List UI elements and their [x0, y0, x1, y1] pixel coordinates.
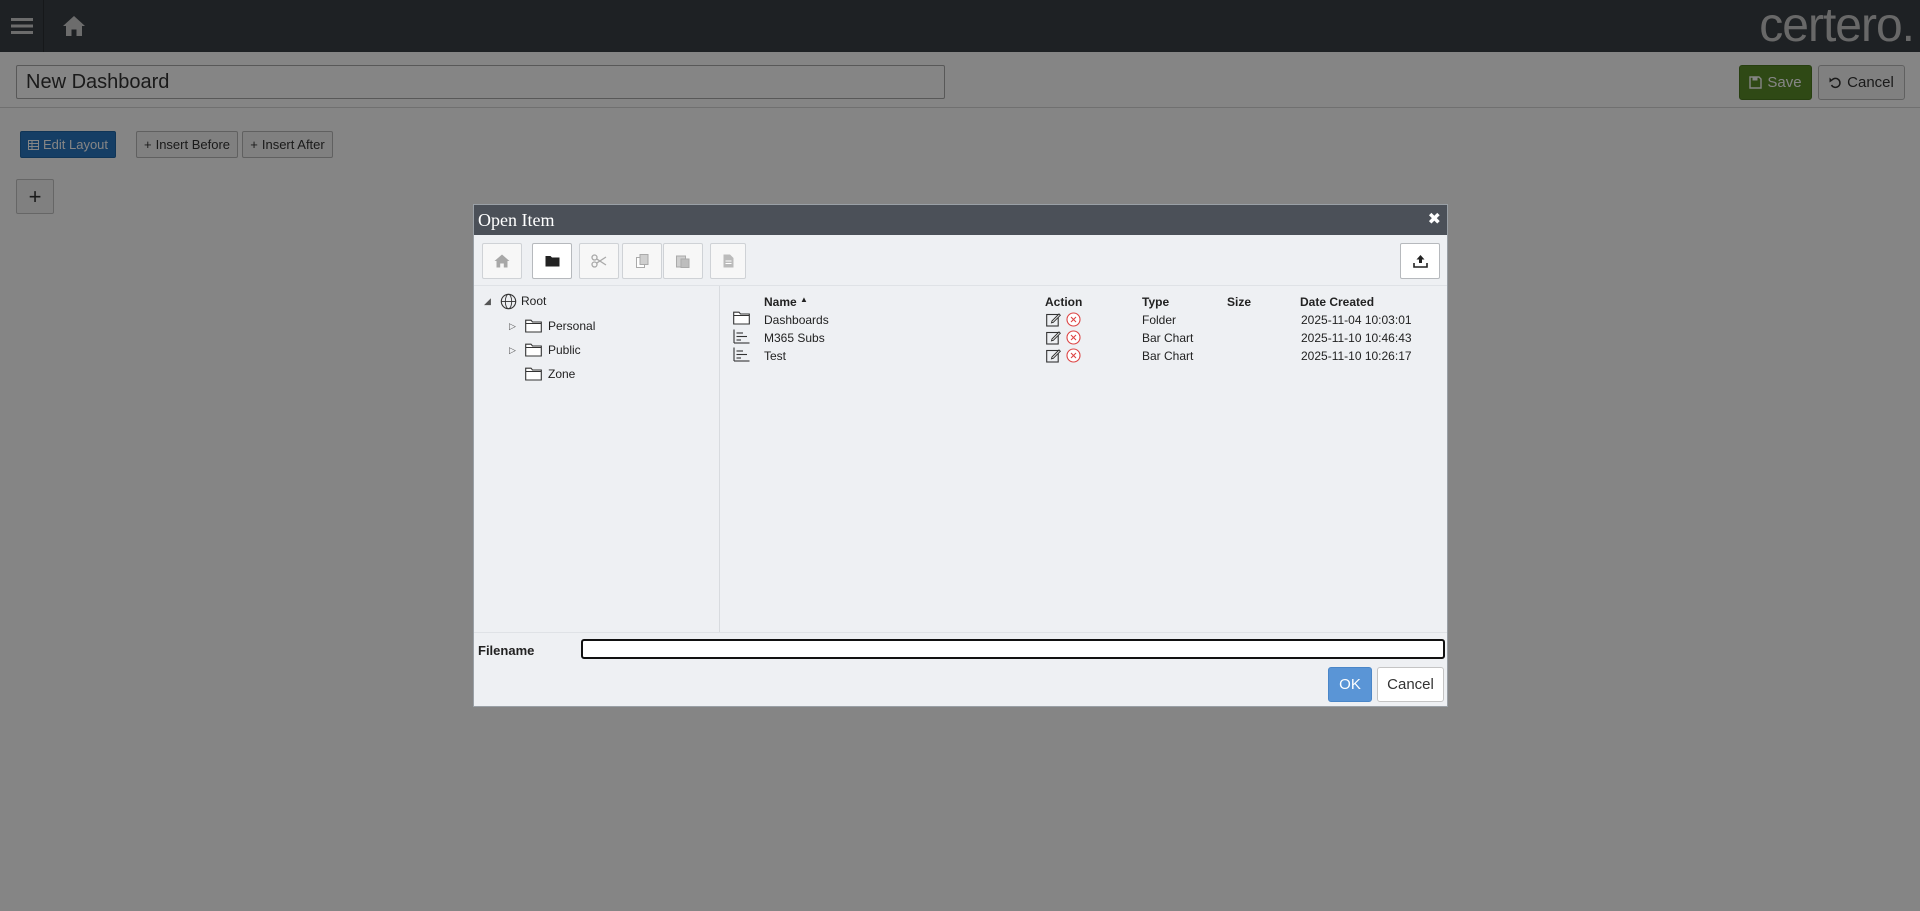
footer-divider: [474, 632, 1447, 633]
open-item-dialog: Open Item ✖ ◢ Root ▷ Personal ▷ Public Z…: [473, 204, 1448, 707]
table-row[interactable]: Test Bar Chart 2025-11-10 10:26:17: [721, 347, 1448, 365]
folder-icon: [733, 311, 750, 325]
filename-input[interactable]: [581, 639, 1445, 659]
delete-icon[interactable]: [1066, 348, 1081, 363]
edit-icon[interactable]: [1046, 330, 1061, 345]
row-date: 2025-11-04 10:03:01: [1301, 313, 1412, 327]
upload-icon: [1412, 255, 1428, 268]
upload-button[interactable]: [1400, 243, 1440, 279]
column-header-date-created[interactable]: Date Created: [1300, 295, 1374, 309]
file-icon: [723, 254, 733, 268]
tree-label: Personal: [548, 319, 596, 333]
file-list: Name ▲ Action Type Size Date Created Das…: [721, 286, 1448, 632]
column-header-type[interactable]: Type: [1142, 295, 1169, 309]
row-date: 2025-11-10 10:46:43: [1301, 331, 1412, 345]
bar-chart-icon: [733, 347, 750, 362]
row-date: 2025-11-10 10:26:17: [1301, 349, 1412, 363]
dialog-cancel-button[interactable]: Cancel: [1377, 667, 1444, 702]
paste-icon: [676, 255, 690, 268]
folder-icon: [525, 319, 542, 333]
row-name: Dashboards: [764, 313, 829, 327]
column-header-size[interactable]: Size: [1227, 295, 1251, 309]
sort-ascending-icon: ▲: [800, 295, 808, 304]
tree-node-root[interactable]: ◢ Root: [484, 292, 546, 310]
bar-chart-icon: [733, 329, 750, 344]
row-type: Bar Chart: [1142, 331, 1194, 345]
row-name: Test: [764, 349, 787, 363]
delete-icon[interactable]: [1066, 330, 1081, 345]
tree-label: Zone: [548, 367, 576, 381]
folder-icon: [525, 343, 542, 357]
edit-icon[interactable]: [1046, 312, 1061, 327]
copy-icon: [635, 254, 648, 268]
folder-icon: [545, 256, 559, 267]
globe-icon: [500, 293, 517, 309]
cut-button[interactable]: [579, 243, 619, 279]
table-row[interactable]: Dashboards Folder 2025-11-04 10:03:01: [721, 311, 1448, 329]
folder-tree: ◢ Root ▷ Personal ▷ Public Zone: [474, 286, 720, 632]
dialog-header: Open Item ✖: [474, 205, 1447, 235]
row-name: M365 Subs: [764, 331, 825, 345]
scissors-icon: [591, 254, 607, 268]
row-type: Folder: [1142, 313, 1177, 327]
row-type: Bar Chart: [1142, 349, 1194, 363]
column-header-action: Action: [1045, 295, 1083, 309]
tree-node-public[interactable]: ▷ Public: [509, 341, 581, 359]
home-folder-button[interactable]: [482, 243, 522, 279]
caret-down-icon[interactable]: ◢: [484, 296, 494, 307]
filename-label: Filename: [478, 643, 535, 658]
new-file-button[interactable]: [710, 243, 746, 279]
close-icon[interactable]: ✖: [1428, 205, 1441, 235]
ok-button[interactable]: OK: [1328, 667, 1372, 702]
tree-node-zone[interactable]: Zone: [525, 365, 575, 383]
tree-label: Public: [548, 343, 581, 357]
paste-button[interactable]: [663, 243, 703, 279]
new-folder-button[interactable]: [532, 243, 572, 279]
home-icon: [494, 254, 510, 268]
delete-icon[interactable]: [1066, 312, 1081, 327]
folder-icon: [525, 367, 542, 381]
column-header-name[interactable]: Name ▲: [764, 295, 808, 309]
table-row[interactable]: M365 Subs Bar Chart 2025-11-10 10:46:43: [721, 329, 1448, 347]
edit-icon[interactable]: [1046, 348, 1061, 363]
column-header-label: Name: [764, 295, 797, 309]
tree-node-personal[interactable]: ▷ Personal: [509, 317, 595, 335]
dialog-title: Open Item: [478, 210, 555, 230]
tree-label: Root: [521, 294, 547, 308]
copy-button[interactable]: [622, 243, 662, 279]
caret-right-icon[interactable]: ▷: [509, 345, 519, 356]
caret-right-icon[interactable]: ▷: [509, 321, 519, 332]
